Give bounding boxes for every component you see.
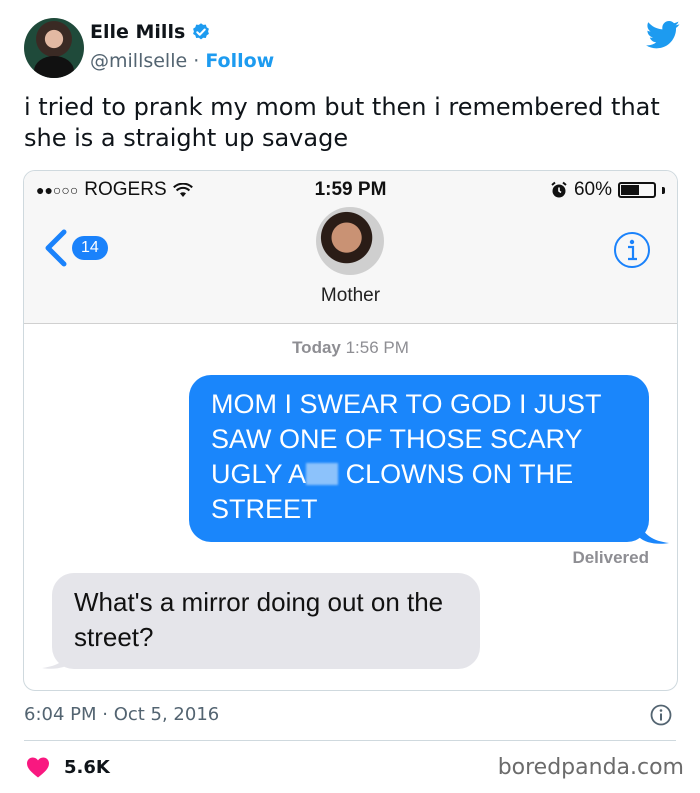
conversation-date: Today 1:56 PM xyxy=(24,338,677,358)
author-handle[interactable]: @millselle xyxy=(90,50,187,72)
heart-icon xyxy=(27,757,49,778)
source-watermark: boredpanda.com xyxy=(497,755,684,780)
sent-bubble-tail xyxy=(639,521,669,544)
received-bubble-tail xyxy=(42,646,72,669)
battery-level xyxy=(621,185,640,195)
info-icon[interactable] xyxy=(650,704,672,726)
delivery-status: Delivered xyxy=(572,548,649,567)
author-avatar[interactable] xyxy=(24,18,84,78)
embedded-screenshot[interactable]: ●●○○○ ROGERS 1:59 PM 60% 14 Mother Today… xyxy=(23,170,678,691)
twitter-bird-icon[interactable] xyxy=(646,20,680,50)
date-day: Today xyxy=(292,338,341,357)
status-bar: ●●○○○ ROGERS 1:59 PM 60% xyxy=(24,179,677,201)
battery-icon xyxy=(618,182,656,198)
contact-avatar[interactable] xyxy=(316,207,384,275)
messages-header: ●●○○○ ROGERS 1:59 PM 60% 14 Mother xyxy=(24,171,677,324)
back-button[interactable]: 14 xyxy=(42,228,108,268)
tweet-timestamp[interactable]: 6:04 PM · Oct 5, 2016 xyxy=(24,704,219,725)
censor-blur xyxy=(306,463,339,485)
like-button[interactable]: 5.6K xyxy=(26,756,110,778)
chevron-left-icon xyxy=(45,229,67,267)
date-time: 1:56 PM xyxy=(340,338,409,357)
author-name[interactable]: Elle Mills xyxy=(90,21,185,43)
author-name-row: Elle Mills xyxy=(90,21,211,43)
handle-row: @millselle · Follow xyxy=(90,50,274,72)
battery-group: 60% xyxy=(550,179,665,201)
divider xyxy=(24,740,676,741)
unread-count-badge: 14 xyxy=(72,236,108,260)
info-icon[interactable] xyxy=(613,231,651,269)
sent-message-bubble[interactable]: MOM I SWEAR TO GOD I JUST SAW ONE OF THO… xyxy=(189,375,649,542)
contact-name[interactable]: Mother xyxy=(24,285,677,307)
battery-tip xyxy=(662,186,665,194)
tweet-header: Elle Mills @millselle · Follow xyxy=(24,18,684,80)
follow-button[interactable]: Follow xyxy=(205,50,274,72)
like-count: 5.6K xyxy=(64,756,110,778)
alarm-clock-icon xyxy=(551,181,567,198)
handle-separator: · xyxy=(187,50,206,72)
tweet-text: i tried to prank my mom but then i remem… xyxy=(24,93,660,152)
battery-percent: 60% xyxy=(573,179,612,200)
received-message-bubble[interactable]: What's a mirror doing out on the street? xyxy=(52,573,480,669)
verified-badge-icon xyxy=(193,23,210,40)
